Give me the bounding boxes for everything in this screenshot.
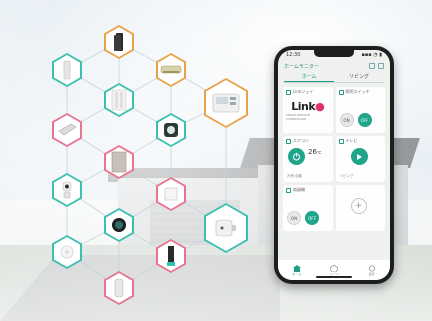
fan-off-button[interactable]: OFF — [305, 211, 319, 225]
brand-card[interactable]: Linkジェイ Link● SMART REMOTE CONTROLLER — [283, 87, 333, 133]
light-off-button[interactable]: OFF — [357, 113, 372, 127]
aircon-temperature: 26℃ — [308, 148, 322, 156]
smartphone: 12:30 ▪▪▪ ◔ ▮ ホームモニター ホーム リビング Linkジェイ L… — [274, 46, 394, 284]
scene-icon — [330, 264, 339, 272]
tv-room: リビング — [339, 174, 354, 178]
door-lock-icon — [215, 219, 236, 237]
nav-home[interactable]: ホーム — [292, 264, 301, 276]
aircon-card[interactable]: エアコン 26℃ 冷房 自動 — [283, 136, 333, 182]
motion-sensor-icon — [60, 245, 74, 259]
bottom-nav: ホーム シーン 設定 — [278, 260, 390, 280]
sensor-bar-icon — [63, 60, 71, 80]
brand-card-label: Linkジェイ — [293, 89, 314, 94]
tab-home[interactable]: ホーム — [284, 72, 334, 82]
home-indicator — [316, 276, 352, 278]
aircon-card-label: エアコン — [293, 138, 309, 143]
status-icons: ▪▪▪ ◔ ▮ — [361, 52, 382, 58]
router-icon — [114, 33, 123, 51]
app-header: ホームモニター — [278, 60, 390, 72]
fan-card-label: 扇風機 — [293, 187, 305, 192]
nav-settings[interactable]: 設定 — [368, 265, 376, 276]
wall-switch-icon — [111, 89, 127, 111]
thermostat-round-icon — [164, 123, 178, 137]
hub-icon — [167, 246, 175, 266]
light-card-label: 照明スイッチ — [345, 89, 370, 94]
aircon-mode: 冷房 自動 — [287, 174, 303, 178]
tv-play-button[interactable] — [350, 148, 368, 165]
smart-speaker-icon — [112, 218, 126, 232]
add-device-button[interactable]: + — [350, 198, 367, 214]
phone-screen: 12:30 ▪▪▪ ◔ ▮ ホームモニター ホーム リビング Linkジェイ L… — [278, 50, 390, 280]
device-card-grid: Linkジェイ Link● SMART REMOTE CONTROLLER 照明… — [278, 83, 390, 231]
tower-speaker-icon — [114, 278, 124, 298]
light-on-button[interactable]: ON — [339, 113, 354, 127]
gear-icon — [368, 265, 375, 271]
door-panel-icon — [111, 151, 127, 173]
remote-icon — [286, 89, 291, 95]
light-icon — [338, 89, 344, 95]
nav-scene[interactable]: シーン — [330, 264, 339, 276]
air-conditioner-icon — [160, 65, 182, 74]
edit-icon[interactable] — [369, 63, 375, 69]
fan-on-button[interactable]: ON — [287, 211, 301, 225]
home-icon — [292, 264, 301, 272]
tab-living[interactable]: リビング — [334, 72, 384, 82]
tv-card-label: テレビ — [345, 138, 358, 143]
light-card[interactable]: 照明スイッチ ON OFF — [335, 87, 385, 133]
brand-subtitle: SMART REMOTE CONTROLLER — [286, 112, 310, 121]
phone-notch — [314, 50, 354, 57]
light-switch-icon — [164, 187, 178, 201]
status-time: 12:30 — [286, 52, 301, 58]
thermostat-icon — [212, 93, 240, 113]
brand-logo: Link● — [291, 99, 325, 113]
fan-card[interactable]: 扇風機 ON OFF — [283, 185, 333, 231]
play-icon — [357, 153, 362, 160]
aircon-power-button[interactable] — [288, 148, 305, 165]
room-tabs: ホーム リビング — [284, 72, 384, 83]
page: 12:30 ▪▪▪ ◔ ▮ ホームモニター ホーム リビング Linkジェイ L… — [0, 0, 432, 321]
aircon-icon — [286, 138, 291, 144]
power-icon — [293, 152, 300, 161]
tv-icon — [338, 138, 344, 144]
fan-icon — [286, 187, 291, 193]
menu-icon[interactable] — [378, 63, 384, 69]
tv-card[interactable]: テレビ リビング — [335, 136, 385, 182]
app-title: ホームモニター — [284, 63, 319, 70]
add-device-card[interactable]: + — [335, 185, 385, 231]
air-purifier-icon — [58, 123, 77, 136]
camera-icon — [62, 181, 72, 199]
